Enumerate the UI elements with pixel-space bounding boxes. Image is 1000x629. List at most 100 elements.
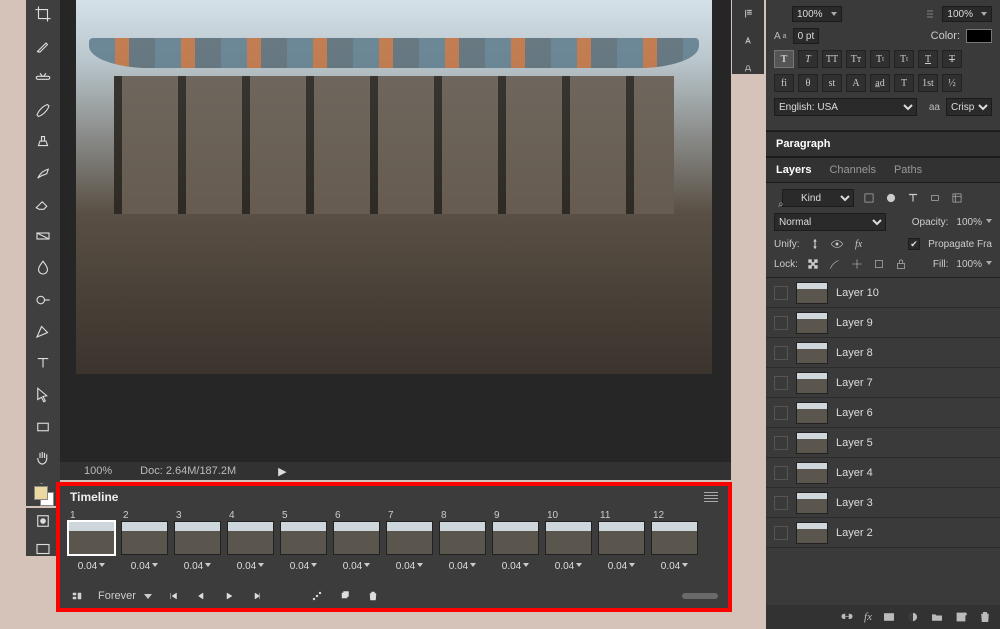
- unify-style-icon[interactable]: fx: [852, 237, 866, 251]
- layer-row[interactable]: Layer 2: [766, 518, 1000, 548]
- next-frame-button[interactable]: [250, 589, 264, 603]
- layer-thumbnail[interactable]: [796, 312, 828, 334]
- layer-fx-icon[interactable]: fx: [864, 611, 872, 623]
- type-tool[interactable]: [32, 353, 54, 373]
- filter-adjust-icon[interactable]: [884, 191, 898, 205]
- opentype-button[interactable]: ½: [942, 74, 962, 92]
- document-size[interactable]: Doc: 2.64M/187.2M: [140, 465, 236, 477]
- crop-tool[interactable]: [32, 4, 54, 24]
- clone-stamp-tool[interactable]: [32, 131, 54, 151]
- filter-pixel-icon[interactable]: [862, 191, 876, 205]
- frame-duration[interactable]: 0.04: [449, 561, 476, 572]
- visibility-toggle[interactable]: [774, 466, 788, 480]
- frame-thumbnail[interactable]: [68, 521, 115, 555]
- antialias-select[interactable]: Crisp: [946, 98, 992, 116]
- layer-thumbnail[interactable]: [796, 432, 828, 454]
- lock-all-icon[interactable]: [894, 257, 908, 271]
- frame-thumbnail[interactable]: [280, 521, 327, 555]
- dodge-tool[interactable]: [32, 290, 54, 310]
- lock-transparent-icon[interactable]: [806, 257, 820, 271]
- color-swatches[interactable]: [26, 484, 60, 506]
- healing-brush-tool[interactable]: [32, 68, 54, 88]
- timeline-frame[interactable]: 40.04: [227, 510, 274, 572]
- eyedropper-tool[interactable]: [32, 36, 54, 56]
- brush-tool[interactable]: [32, 99, 54, 119]
- propagate-checkbox[interactable]: [908, 238, 920, 250]
- frame-thumbnail[interactable]: [386, 521, 433, 555]
- opentype-button[interactable]: st: [822, 74, 842, 92]
- filter-smart-icon[interactable]: [950, 191, 964, 205]
- visibility-toggle[interactable]: [774, 436, 788, 450]
- document-canvas[interactable]: [76, 0, 712, 374]
- play-button[interactable]: [222, 589, 236, 603]
- opentype-button[interactable]: 1st: [918, 74, 938, 92]
- prev-frame-button[interactable]: [194, 589, 208, 603]
- timeline-frame[interactable]: 50.04: [280, 510, 327, 572]
- unify-visibility-icon[interactable]: [830, 237, 844, 251]
- strikethrough-button[interactable]: T: [942, 50, 962, 68]
- lock-pixels-icon[interactable]: [828, 257, 842, 271]
- visibility-toggle[interactable]: [774, 286, 788, 300]
- delete-frame-button[interactable]: [366, 589, 380, 603]
- paragraph-panel-icon[interactable]: [740, 8, 756, 19]
- tab-channels[interactable]: Channels: [829, 164, 875, 176]
- layer-thumbnail[interactable]: [796, 282, 828, 304]
- layer-name[interactable]: Layer 6: [836, 407, 873, 419]
- layer-thumbnail[interactable]: [796, 402, 828, 424]
- frame-duration[interactable]: 0.04: [78, 561, 105, 572]
- glyphs-panel-icon[interactable]: [740, 63, 756, 74]
- layer-row[interactable]: Layer 4: [766, 458, 1000, 488]
- opentype-button[interactable]: fi: [774, 74, 794, 92]
- foreground-swatch[interactable]: [34, 486, 48, 500]
- opentype-button[interactable]: A: [846, 74, 866, 92]
- timeline-frame[interactable]: 100.04: [545, 510, 592, 572]
- history-brush-tool[interactable]: [32, 163, 54, 183]
- timeline-frame[interactable]: 10.04: [68, 510, 115, 572]
- font-size-field[interactable]: 100%: [792, 6, 842, 22]
- layer-thumbnail[interactable]: [796, 462, 828, 484]
- timeline-frame[interactable]: 20.04: [121, 510, 168, 572]
- frame-duration[interactable]: 0.04: [131, 561, 158, 572]
- path-selection-tool[interactable]: [32, 385, 54, 405]
- unify-position-icon[interactable]: [808, 237, 822, 251]
- layer-mask-icon[interactable]: [882, 610, 896, 624]
- layer-row[interactable]: Layer 8: [766, 338, 1000, 368]
- hand-tool[interactable]: [32, 449, 54, 469]
- filter-type-icon[interactable]: [906, 191, 920, 205]
- delete-layer-icon[interactable]: [978, 610, 992, 624]
- frame-thumbnail[interactable]: [333, 521, 380, 555]
- visibility-toggle[interactable]: [774, 496, 788, 510]
- text-color-swatch[interactable]: [966, 29, 992, 43]
- paragraph-tab[interactable]: Paragraph: [776, 138, 830, 150]
- frame-thumbnail[interactable]: [492, 521, 539, 555]
- visibility-toggle[interactable]: [774, 316, 788, 330]
- timeline-menu-icon[interactable]: [704, 492, 718, 502]
- frame-duration[interactable]: 0.04: [184, 561, 211, 572]
- layer-row[interactable]: Layer 6: [766, 398, 1000, 428]
- frame-duration[interactable]: 0.04: [502, 561, 529, 572]
- duplicate-frame-button[interactable]: [338, 589, 352, 603]
- layer-name[interactable]: Layer 7: [836, 377, 873, 389]
- convert-timeline-icon[interactable]: [70, 589, 84, 603]
- timeline-frame[interactable]: 60.04: [333, 510, 380, 572]
- fill-field[interactable]: 100%: [956, 259, 992, 270]
- layer-row[interactable]: Layer 5: [766, 428, 1000, 458]
- frame-thumbnail[interactable]: [227, 521, 274, 555]
- layer-name[interactable]: Layer 10: [836, 287, 879, 299]
- subscript-button[interactable]: Tt: [894, 50, 914, 68]
- eraser-tool[interactable]: [32, 195, 54, 215]
- opentype-button[interactable]: T: [894, 74, 914, 92]
- frame-duration[interactable]: 0.04: [396, 561, 423, 572]
- allcaps-button[interactable]: TT: [822, 50, 842, 68]
- frame-thumbnail[interactable]: [121, 521, 168, 555]
- visibility-toggle[interactable]: [774, 406, 788, 420]
- frame-duration[interactable]: 0.04: [343, 561, 370, 572]
- loop-options[interactable]: Forever: [98, 590, 152, 602]
- lock-position-icon[interactable]: [850, 257, 864, 271]
- layer-thumbnail[interactable]: [796, 342, 828, 364]
- timeline-frame[interactable]: 70.04: [386, 510, 433, 572]
- paragraph-panel-header[interactable]: Paragraph: [766, 131, 1000, 157]
- timeline-scrollbar[interactable]: [682, 593, 718, 599]
- layer-name[interactable]: Layer 2: [836, 527, 873, 539]
- layer-thumbnail[interactable]: [796, 492, 828, 514]
